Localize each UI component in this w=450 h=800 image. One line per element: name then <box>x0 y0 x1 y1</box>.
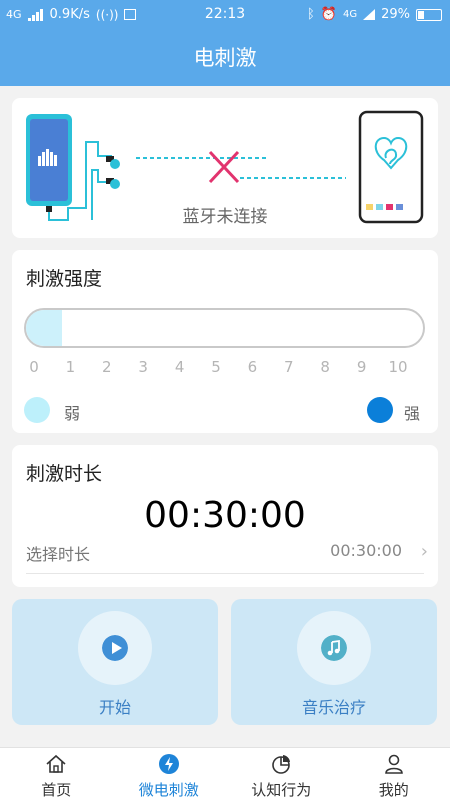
bluetooth-icon: ᛒ <box>306 7 315 22</box>
intensity-tick-label: 2 <box>102 358 112 376</box>
music-note-icon <box>321 635 347 661</box>
bluetooth-status: 蓝牙未连接 <box>182 207 268 227</box>
status-right: ᛒ ⏰ 4G 29% <box>307 7 442 22</box>
intensity-tick-label: 9 <box>356 358 367 376</box>
intensity-tick-label: 1 <box>65 358 76 376</box>
pie-chart-icon <box>272 755 291 774</box>
tab-home-label: 首页 <box>41 781 72 799</box>
intensity-tick-label: 5 <box>211 358 221 376</box>
tab-cognitive[interactable]: 认知行为 <box>225 748 338 800</box>
alarm-icon: ⏰ <box>320 7 337 22</box>
start-button[interactable]: 开始 <box>12 599 218 725</box>
home-icon <box>46 754 66 773</box>
phone-icon <box>26 114 72 212</box>
select-duration-row[interactable]: 选择时长 00:30:00 › <box>12 537 438 573</box>
divider <box>26 573 424 574</box>
bottom-tab-bar: 首页 微电刺激 认知行为 我的 <box>0 747 450 800</box>
tab-cognitive-label: 认知行为 <box>251 781 312 799</box>
music-circle <box>297 611 371 685</box>
intensity-tick-label: 7 <box>284 358 294 376</box>
lightning-icon <box>158 754 179 774</box>
intensity-card: 刺激强度 0 1 2 3 4 5 6 7 8 9 10 弱 强 <box>12 250 438 433</box>
tab-profile[interactable]: 我的 <box>338 748 450 800</box>
user-icon <box>384 754 403 774</box>
tab-profile-label: 我的 <box>378 781 409 799</box>
select-duration-label: 选择时长 <box>26 545 91 564</box>
intensity-ticks: 0 1 2 3 4 5 6 7 8 9 10 <box>29 358 414 378</box>
start-circle <box>78 611 152 685</box>
status-bar: 4G 0.9K/s ((·)) 22:13 ᛒ ⏰ 4G 29% <box>0 0 450 30</box>
intensity-tick-label: 0 <box>29 358 39 376</box>
tab-home[interactable]: 首页 <box>0 748 113 800</box>
duration-card: 刺激时长 00:30:00 选择时长 00:30:00 › <box>12 445 438 587</box>
battery-percent: 29% <box>381 7 410 22</box>
start-label: 开始 <box>98 698 131 717</box>
music-therapy-label: 音乐治疗 <box>301 698 366 717</box>
intensity-tick-label: 10 <box>388 358 408 376</box>
intensity-slider[interactable] <box>24 308 425 348</box>
intensity-tick-label: 8 <box>320 358 330 376</box>
timer-display: 00:30:00 <box>144 495 306 536</box>
disconnect-x-icon <box>208 150 240 184</box>
intensity-tick-label: 3 <box>138 358 148 376</box>
weak-indicator-icon <box>24 397 50 423</box>
weak-label: 弱 <box>64 404 81 423</box>
intensity-title: 刺激强度 <box>26 268 103 290</box>
network-type-right: 4G <box>342 9 358 20</box>
page-title: 电刺激 <box>0 30 450 86</box>
battery-icon <box>416 8 442 21</box>
signal-icon-right <box>363 9 376 20</box>
music-therapy-button[interactable]: 音乐治疗 <box>231 599 437 725</box>
strong-label: 强 <box>404 404 421 423</box>
tab-micro-current[interactable]: 微电刺激 <box>113 748 226 800</box>
intensity-tick-label: 4 <box>174 358 185 376</box>
play-icon <box>102 635 128 661</box>
intensity-tick-label: 6 <box>247 358 258 376</box>
strong-indicator-icon <box>367 397 393 423</box>
connection-card: 蓝牙未连接 <box>12 98 438 238</box>
select-duration-value: 00:30:00 <box>330 541 402 560</box>
tab-micro-current-label: 微电刺激 <box>138 781 199 799</box>
intensity-slider-fill <box>26 310 62 346</box>
chevron-right-icon: › <box>420 541 428 562</box>
duration-title: 刺激时长 <box>26 463 103 485</box>
